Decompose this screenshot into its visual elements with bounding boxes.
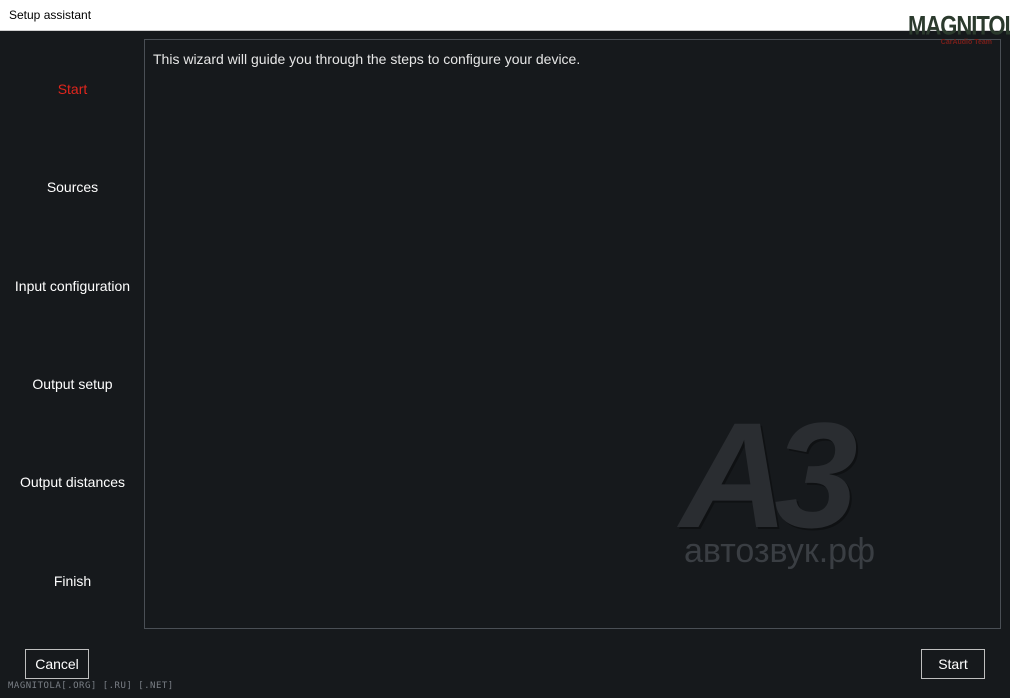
start-button[interactable]: Start [921,649,985,679]
step-output-setup[interactable]: Output setup [0,376,145,392]
step-finish[interactable]: Finish [0,573,145,589]
window-title: Setup assistant [9,8,92,22]
setup-assistant-window: Setup assistant Start Sources Input conf… [0,0,1010,698]
magnitola-logo: MAGNITOLA CarAudio Team [908,10,1010,51]
wizard-intro-text: This wizard will guide you through the s… [153,51,581,67]
a3-watermark-glyph: A3 [680,391,858,559]
a3-watermark: A3 автозвук.рф [680,391,900,580]
cancel-button[interactable]: Cancel [25,649,89,679]
title-bar[interactable]: Setup assistant [0,0,1010,31]
magnitola-logo-text: MAGNITOLA [908,10,1010,41]
footer-watermark: MAGNITOLA[.ORG] [.RU] [.NET] [8,681,174,691]
step-input-configuration[interactable]: Input configuration [0,278,145,294]
steps-sidebar: Start Sources Input configuration Output… [0,31,145,631]
a3-watermark-subtext: автозвук.рф [684,532,876,570]
step-start[interactable]: Start [0,81,145,97]
step-sources[interactable]: Sources [0,179,145,195]
step-output-distances[interactable]: Output distances [0,474,145,490]
